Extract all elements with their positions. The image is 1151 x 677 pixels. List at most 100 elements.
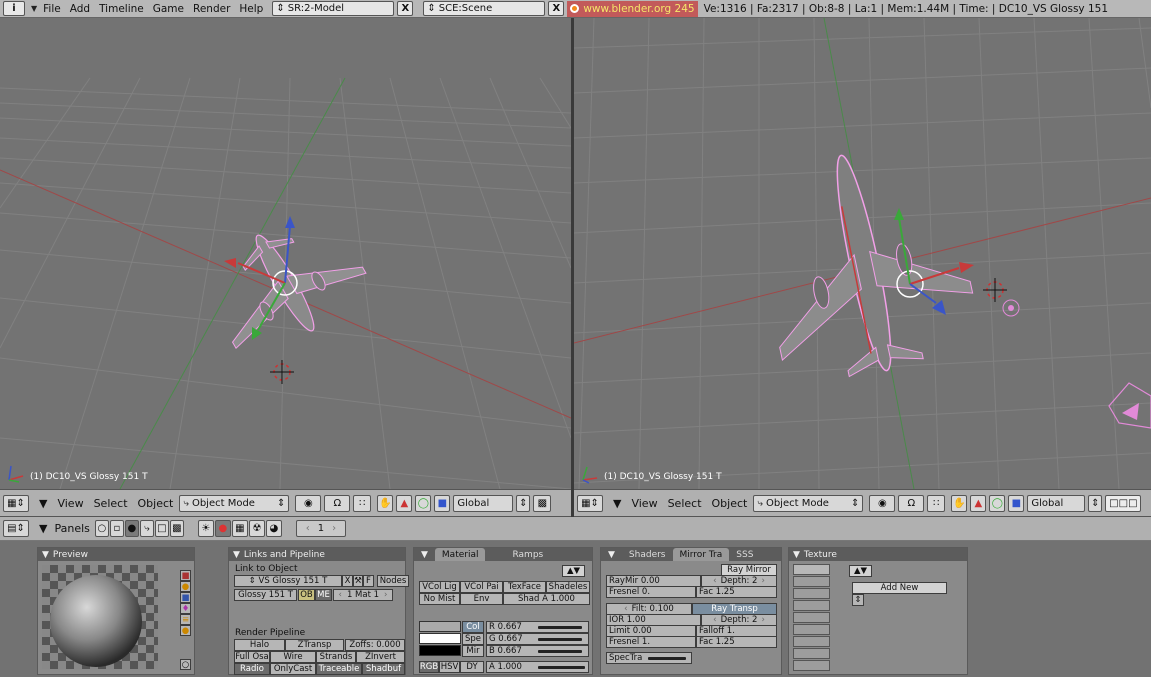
radio-button[interactable]: Radio	[234, 663, 270, 675]
logic-context-icon[interactable]: ○	[94, 520, 109, 537]
collapse-arrow-icon[interactable]: ▼	[601, 548, 622, 561]
halo-button[interactable]: Halo	[234, 639, 285, 651]
tab-mirror-transp[interactable]: Mirror Tra	[672, 548, 730, 561]
lamp-object-icon[interactable]	[1002, 299, 1020, 317]
collapse-arrow-icon[interactable]: ▼	[233, 550, 240, 560]
preview-flat-icon[interactable]: ■	[180, 570, 191, 581]
scale-manip-icon[interactable]: ■	[434, 494, 451, 512]
texture-channel-slot[interactable]	[793, 588, 830, 599]
pivot-button[interactable]: Ω	[898, 494, 925, 512]
collapse-arrow-icon[interactable]: ▼	[613, 497, 621, 510]
rotate-manip-icon[interactable]: ◯	[415, 494, 432, 512]
material-name-field[interactable]: Glossy 151 T	[234, 589, 297, 601]
fake-user-icon[interactable]: ⚒	[353, 575, 363, 587]
no-mist-button[interactable]: No Mist	[419, 593, 460, 605]
render-view-icon[interactable]: ▩	[533, 494, 552, 512]
collapse-arrow-icon[interactable]: ▼	[39, 522, 47, 535]
vcol-light-button[interactable]: VCol Lig	[419, 581, 460, 593]
dyn-button[interactable]: DY	[460, 661, 484, 673]
viewport-left[interactable]: (1) DC10_VS Glossy 151 T	[0, 18, 571, 489]
object-datablock-field[interactable]: ⇕ VS Glossy 151 T	[234, 575, 342, 587]
menu-select[interactable]: Select	[94, 497, 128, 510]
zinvert-button[interactable]: ZInvert	[356, 651, 405, 663]
zoffs-field[interactable]: Zoffs: 0.000	[345, 639, 405, 651]
menu-view[interactable]: View	[57, 497, 83, 510]
wire-button[interactable]: Wire	[270, 651, 316, 663]
info-window-icon[interactable]: i	[3, 1, 25, 16]
rotate-manip-icon[interactable]: ◯	[989, 494, 1006, 512]
airplane-model[interactable]	[743, 135, 984, 392]
unlink-x-button[interactable]: X	[342, 575, 353, 587]
frame-counter[interactable]: ‹ 1 ›	[295, 520, 346, 537]
hand-icon[interactable]: ✋	[377, 494, 394, 512]
3d-cursor-icon[interactable]	[983, 278, 1007, 302]
texture-channel-slot[interactable]	[793, 636, 830, 647]
scale-manip-icon[interactable]: ■	[1008, 494, 1025, 512]
orientation-selector[interactable]: Global	[1027, 494, 1086, 512]
mir-button[interactable]: Mir	[462, 645, 484, 657]
texture-channel-slot[interactable]	[793, 648, 830, 659]
strands-button[interactable]: Strands	[316, 651, 356, 663]
rgb-button[interactable]: RGB	[419, 661, 439, 673]
fresnel-mirror-slider[interactable]: Fresnel 0.	[606, 586, 696, 598]
delete-screen-button[interactable]: X	[397, 1, 414, 16]
preview-cube-icon[interactable]: ■	[180, 592, 191, 603]
menu-game[interactable]: Game	[153, 3, 184, 15]
fresnel-transp-slider[interactable]: Fresnel 1.	[606, 636, 696, 648]
editor-type-icon[interactable]: ▦⇕	[3, 494, 29, 512]
collapse-arrow-icon[interactable]: ▼	[793, 550, 800, 560]
me-link-button[interactable]: ME	[315, 589, 332, 601]
layer-grid-icon[interactable]: ∷	[353, 494, 372, 512]
camera-object-icon[interactable]	[1108, 382, 1151, 429]
texture-channel-slot[interactable]	[793, 564, 830, 575]
menu-view[interactable]: View	[631, 497, 657, 510]
collapse-arrow-icon[interactable]: ▼	[31, 4, 37, 13]
blender-url[interactable]: www.blender.org 245	[567, 0, 698, 17]
menu-object[interactable]: Object	[712, 497, 748, 510]
fac-mirror-slider[interactable]: Fac 1.25	[696, 586, 777, 598]
texture-channel-slot[interactable]	[793, 576, 830, 587]
lamp-tab-icon[interactable]: ☀	[197, 520, 214, 537]
texture-channel-slot[interactable]	[793, 612, 830, 623]
menu-object[interactable]: Object	[138, 497, 174, 510]
menu-render[interactable]: Render	[193, 3, 230, 15]
vcol-paint-button[interactable]: VCol Pai	[460, 581, 503, 593]
shadbuf-button[interactable]: Shadbuf	[362, 663, 405, 675]
tab-shaders[interactable]: Shaders	[622, 548, 673, 561]
viewport-right[interactable]: (1) DC10_VS Glossy 151 T	[574, 18, 1151, 489]
mode-selector[interactable]: ⤷ Object Mode ⇕	[179, 494, 290, 512]
texture-browse-icon[interactable]: ⇕	[852, 594, 864, 606]
texture-channel-slot[interactable]	[793, 660, 830, 671]
delete-scene-button[interactable]: X	[548, 1, 565, 16]
texture-channel-slot[interactable]	[793, 624, 830, 635]
preview-monkey-icon[interactable]: ♦	[180, 603, 191, 614]
env-button[interactable]: Env	[460, 593, 503, 605]
menu-add[interactable]: Add	[70, 3, 90, 15]
collapse-arrow-icon[interactable]: ▼	[414, 548, 435, 561]
material-tab-icon[interactable]: ●	[214, 520, 231, 537]
left-3d-scene[interactable]	[0, 18, 571, 489]
hand-icon[interactable]: ✋	[951, 494, 968, 512]
material-index-field[interactable]: ‹ 1 Mat 1 ›	[333, 589, 393, 601]
shadeless-button[interactable]: Shadeles	[546, 581, 590, 593]
world-tab-icon[interactable]: ◕	[265, 520, 282, 537]
texture-tab-icon[interactable]: ▦	[231, 520, 248, 537]
shading-context-icon[interactable]: ●	[124, 520, 139, 537]
editor-type-icon[interactable]: ▤⇕	[3, 520, 29, 537]
collapse-arrow-icon[interactable]: ▼	[42, 550, 49, 560]
editor-type-icon[interactable]: ▦⇕	[577, 494, 603, 512]
menu-select[interactable]: Select	[668, 497, 702, 510]
menu-help[interactable]: Help	[239, 3, 263, 15]
hsv-button[interactable]: HSV	[439, 661, 460, 673]
tab-ramps[interactable]: Ramps	[505, 548, 550, 561]
mir-swatch[interactable]	[419, 645, 461, 656]
translate-manip-icon[interactable]: ▲	[970, 494, 987, 512]
3d-cursor-icon[interactable]	[270, 360, 294, 384]
add-new-texture-button[interactable]: Add New	[852, 582, 947, 594]
menu-file[interactable]: File	[43, 3, 61, 15]
spe-button[interactable]: Spe	[462, 633, 484, 645]
copy-paste-icon[interactable]: ▲▼	[562, 565, 585, 577]
traceable-button[interactable]: Traceable	[316, 663, 362, 675]
col-button[interactable]: Col	[462, 621, 484, 633]
scene-selector[interactable]: ⇕ SCE:Scene	[423, 1, 546, 16]
